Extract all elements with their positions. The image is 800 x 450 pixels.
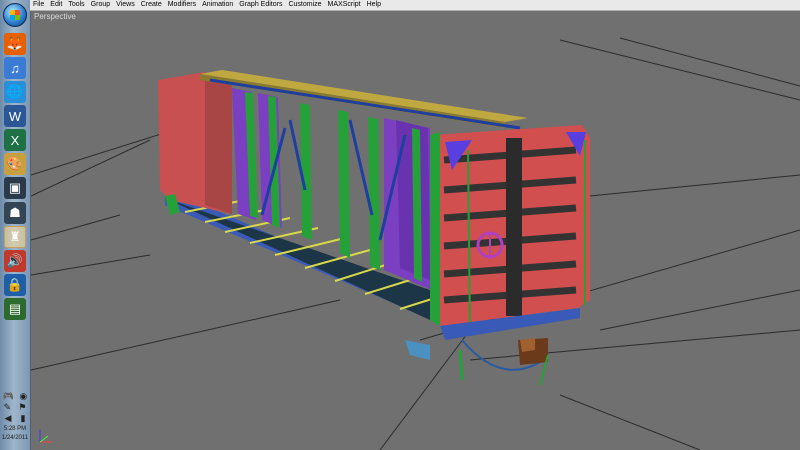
menu-animation[interactable]: Animation <box>199 0 236 10</box>
menu-views[interactable]: Views <box>113 0 138 10</box>
start-button[interactable] <box>3 3 27 27</box>
menu-tools[interactable]: Tools <box>65 0 87 10</box>
taskbar-lock-app-icon[interactable]: 🔒 <box>4 274 26 296</box>
menu-graph-editors[interactable]: Graph Editors <box>236 0 285 10</box>
taskbar-character-app-icon[interactable]: ☗ <box>4 202 26 224</box>
taskbar-window-app-icon[interactable]: ▤ <box>4 298 26 320</box>
taskbar-speaker-icon[interactable]: 🔊 <box>4 250 26 272</box>
taskbar-firefox-icon[interactable]: 🦊 <box>4 33 26 55</box>
boxcar-model[interactable] <box>31 11 800 450</box>
perspective-viewport[interactable]: Perspective <box>31 11 800 450</box>
signal-icon[interactable]: ▮ <box>21 413 26 424</box>
menu-help[interactable]: Help <box>364 0 384 10</box>
axis-tripod-icon <box>39 430 52 443</box>
tray-row-2: ✎ ⚑ <box>0 402 30 413</box>
taskbar-3dsmax-icon[interactable]: ▣ <box>4 177 26 199</box>
taskbar-paint-icon[interactable]: 🎨 <box>4 153 26 175</box>
controller-icon[interactable]: 🎮 <box>3 391 14 402</box>
menu-customize[interactable]: Customize <box>285 0 324 10</box>
taskbar: 🦊 ♫ 🌐 W X 🎨 ▣ ☗ ♜ 🔊 🔒 ▤ 🎮 ◉ ✎ ⚑ ◀ ▮ 5:28 PM 1/24/20… <box>0 0 31 450</box>
network-icon[interactable]: ◉ <box>19 391 27 402</box>
taskbar-itunes-icon[interactable]: ♫ <box>4 57 26 79</box>
menu-file[interactable]: File <box>30 0 47 10</box>
clock-date[interactable]: 1/24/2011 <box>0 435 30 441</box>
volume-icon[interactable]: ◀ <box>5 413 12 424</box>
viewport-label[interactable]: Perspective <box>34 12 76 21</box>
flag-icon[interactable]: ⚑ <box>18 402 26 413</box>
taskbar-word-icon[interactable]: W <box>4 105 26 127</box>
menu-group[interactable]: Group <box>88 0 113 10</box>
taskbar-excel-icon[interactable]: X <box>4 129 26 151</box>
menu-bar: File Edit Tools Group Views Create Modif… <box>30 0 800 11</box>
clock-time[interactable]: 5:28 PM <box>0 426 30 432</box>
pen-icon[interactable]: ✎ <box>4 402 12 413</box>
menu-edit[interactable]: Edit <box>47 0 65 10</box>
menu-maxscript[interactable]: MAXScript <box>325 0 364 10</box>
menu-modifiers[interactable]: Modifiers <box>165 0 199 10</box>
tray-row-1: 🎮 ◉ <box>0 391 30 402</box>
taskbar-globe-icon[interactable]: 🌐 <box>4 81 26 103</box>
taskbar-active-app-icon[interactable]: ♜ <box>4 226 26 248</box>
tray-row-3: ◀ ▮ <box>0 413 30 424</box>
menu-create[interactable]: Create <box>138 0 165 10</box>
diagonal-braces <box>260 119 407 241</box>
